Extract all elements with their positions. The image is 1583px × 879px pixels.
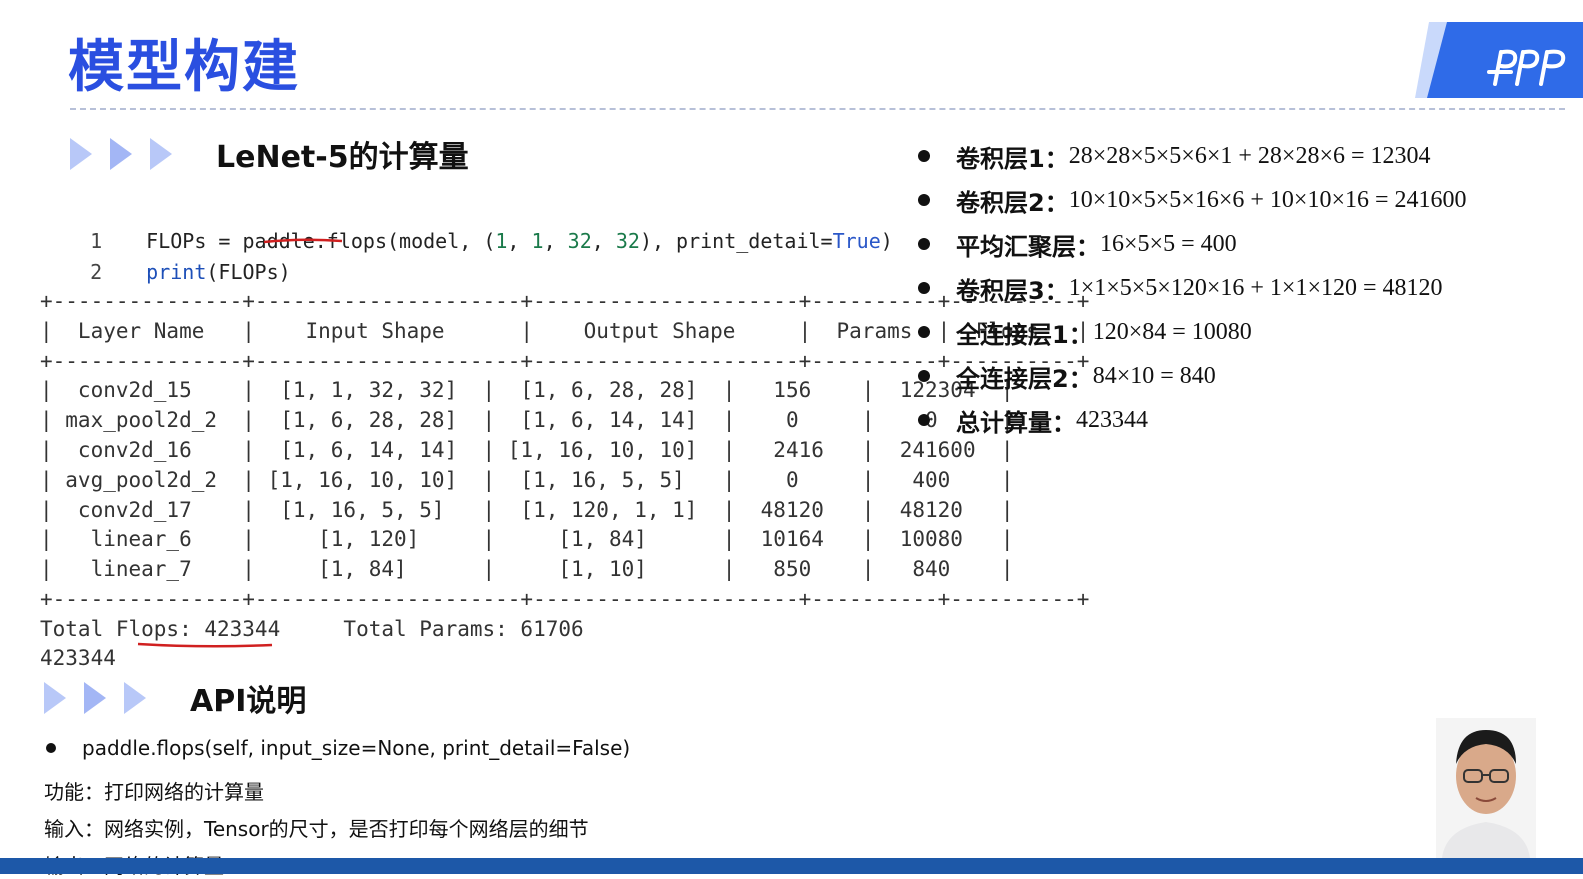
logo-icon — [1415, 22, 1583, 98]
list-item: 卷积层2： 10×10×5×5×16×6 + 10×10×16 = 241600 — [918, 178, 1467, 222]
code-token: ) — [880, 229, 893, 253]
api-input: 输入：网络实例，Tensor的尺寸，是否打印每个网络层的细节 — [44, 817, 589, 841]
totals: Total Flops: 423344 Total Params: 61706 4… — [40, 615, 584, 673]
code-block: 1 FLOPs = paddle.flops(model, (1, 1, 32, … — [42, 205, 893, 284]
section-title: API说明 — [190, 684, 307, 719]
table-row: | conv2d_15 | [1, 1, 32, 32] | [1, 6, 28… — [40, 378, 1014, 403]
totals-value: 423344 — [40, 646, 116, 670]
item-value: 84×10 = 840 — [1092, 362, 1216, 389]
annotation-underline — [263, 238, 343, 244]
code-token: True — [832, 229, 881, 253]
code-token: 1 — [531, 229, 544, 253]
code-token: 32 — [567, 229, 592, 253]
item-label: 卷积层1： — [956, 144, 1069, 173]
line-number: 1 — [90, 229, 103, 253]
code-token: , — [543, 229, 568, 253]
list-item: 卷积层1： 28×28×5×5×6×1 + 28×28×6 = 12304 — [918, 134, 1467, 178]
table-row: | conv2d_16 | [1, 6, 14, 14] | [1, 16, 1… — [40, 437, 1014, 462]
code-line-1: 1 FLOPs = paddle.flops(model, (1, 1, 32, … — [42, 205, 893, 253]
item-label: 全连接层1： — [956, 320, 1093, 349]
chevron-right-icon — [70, 138, 186, 170]
code-text: print(FLOPs) — [146, 260, 291, 284]
list-item: 卷积层3： 1×1×5×5×120×16 + 1×1×120 = 48120 — [918, 266, 1467, 310]
item-value: 423344 — [1076, 406, 1148, 433]
api-function: 功能：打印网络的计算量 — [44, 780, 264, 804]
list-item: 全连接层1： 120×84 = 10080 — [918, 310, 1467, 354]
code-token: print — [146, 260, 207, 284]
api-signature: paddle.flops(self, input_size=None, prin… — [46, 736, 630, 760]
item-label: 卷积层2： — [956, 188, 1069, 217]
item-value: 120×84 = 10080 — [1092, 318, 1252, 345]
table-row: | linear_6 | [1, 120] | [1, 84] | 10164 … — [40, 527, 1014, 552]
code-text: FLOPs = paddle.flops(model, (1, 1, 32, 3… — [146, 229, 893, 253]
item-label: 卷积层3： — [956, 276, 1069, 305]
annotation-underline — [137, 642, 273, 648]
item-value: 10×10×5×5×16×6 + 10×10×16 = 241600 — [1068, 186, 1467, 213]
api-signature-text: paddle.flops(self, input_size=None, prin… — [82, 736, 631, 760]
title-divider — [70, 108, 1565, 110]
progress-bar — [0, 858, 1583, 874]
item-label: 全连接层2： — [956, 364, 1093, 393]
table-row: | linear_7 | [1, 84] | [1, 10] | 850 | 8… — [40, 557, 1014, 582]
totals-line: Total Flops: 423344 Total Params: 61706 — [40, 617, 584, 641]
section-heading-api: API说明 — [44, 676, 306, 720]
item-value: 16×5×5 = 400 — [1100, 230, 1237, 257]
item-label: 总计算量： — [956, 408, 1076, 437]
page-title: 模型构建 — [68, 35, 300, 100]
list-item: 全连接层2： 84×10 = 840 — [918, 354, 1467, 398]
list-item: 平均汇聚层： 16×5×5 = 400 — [918, 222, 1467, 266]
section-heading-flops: LeNet-5的计算量 — [70, 132, 469, 176]
code-token: 1 — [495, 229, 508, 253]
section-title: LeNet-5的计算量 — [216, 140, 469, 175]
presenter-avatar — [1436, 718, 1536, 858]
code-token: (FLOPs) — [206, 260, 291, 284]
item-label: 平均汇聚层： — [956, 232, 1100, 261]
table-row: | conv2d_17 | [1, 16, 5, 5] | [1, 120, 1… — [40, 497, 1014, 522]
line-number: 2 — [90, 260, 103, 284]
table-row: | avg_pool2d_2 | [1, 16, 10, 10] | [1, 1… — [40, 467, 1014, 492]
code-token: , — [591, 229, 616, 253]
code-token: , — [507, 229, 532, 253]
table-row: | max_pool2d_2 | [1, 6, 28, 28] | [1, 6,… — [40, 408, 1014, 433]
item-value: 1×1×5×5×120×16 + 1×1×120 = 48120 — [1068, 274, 1443, 301]
flops-breakdown-list: 卷积层1： 28×28×5×5×6×1 + 28×28×6 = 12304 卷积层… — [918, 134, 1467, 442]
list-item: 总计算量： 423344 — [918, 398, 1467, 442]
item-value: 28×28×5×5×6×1 + 28×28×6 = 12304 — [1068, 142, 1431, 169]
code-token: ), print_detail= — [639, 229, 833, 253]
table-border: +---------------+---------------------+-… — [40, 586, 1090, 611]
code-token: 32 — [615, 229, 640, 253]
chevron-right-icon — [44, 682, 160, 714]
